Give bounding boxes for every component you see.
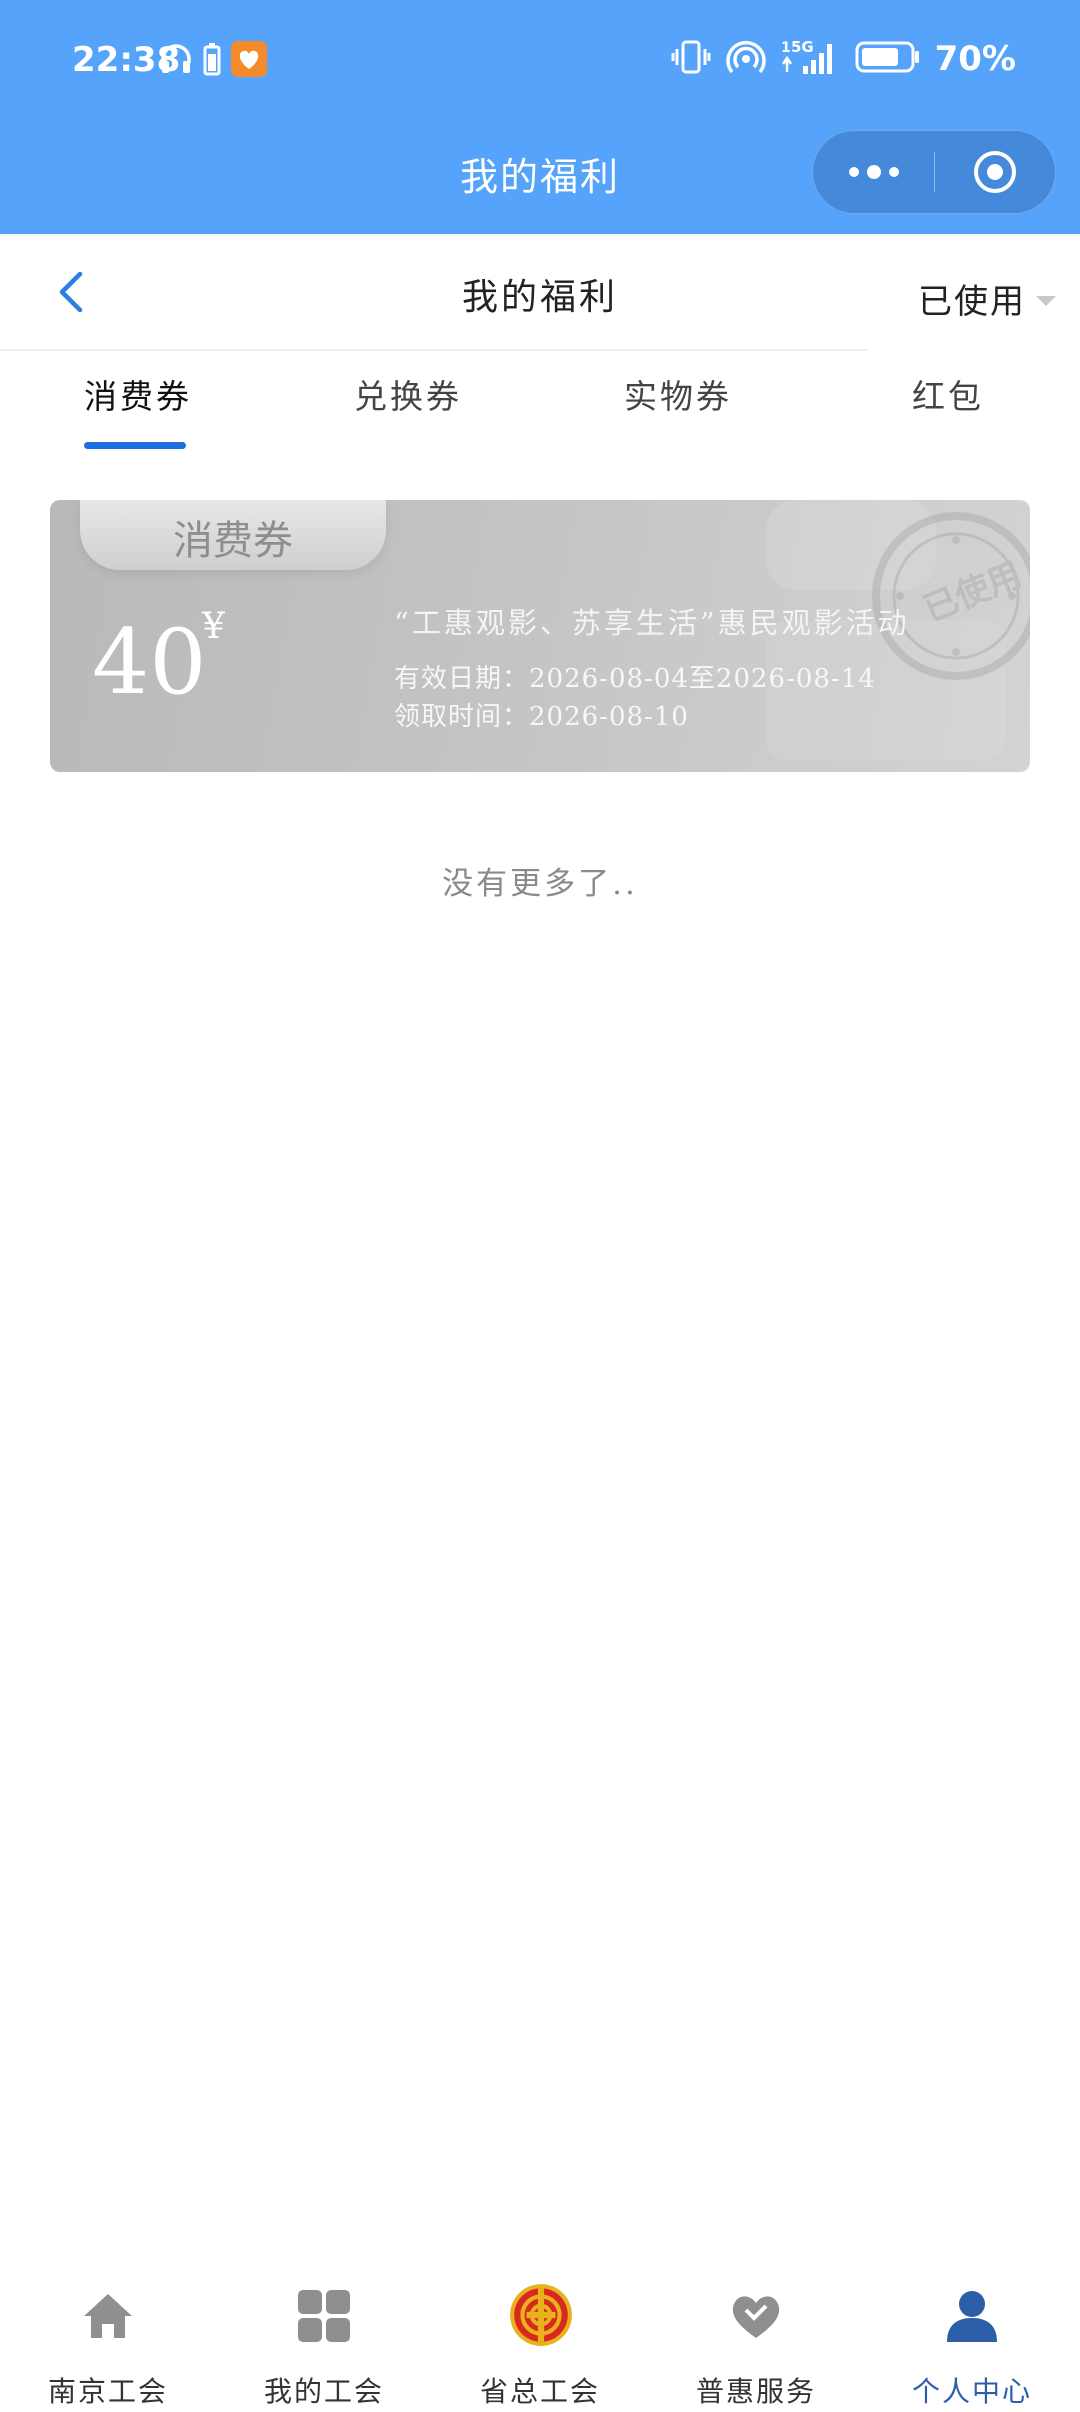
tab-consumption-coupon[interactable]: 消费券 — [84, 370, 192, 418]
list-end-text: 没有更多了.. — [442, 866, 638, 902]
grid-icon — [298, 2290, 350, 2342]
headphones-icon — [158, 41, 194, 81]
home-icon — [84, 2294, 132, 2338]
vibrate-icon — [671, 39, 711, 79]
coupon-type-tag: 消费券 — [80, 500, 386, 570]
svg-text:5G: 5G — [791, 38, 814, 56]
person-icon — [947, 2291, 997, 2342]
coupon-card[interactable]: 已使用 消费券 40 ¥ “工惠观影、苏享生活”惠民观影活动 有效日期：2026… — [50, 500, 1030, 772]
valid-date-value: 2026-08-04至2026-08-14 — [529, 664, 876, 694]
claimed-time-label: 领取时间： — [394, 702, 530, 732]
bottom-tab-my-union[interactable]: 我的工会 — [216, 2288, 432, 2408]
caret-down-icon — [1036, 295, 1056, 306]
bottom-tab-provincial-union[interactable]: 省总工会 — [432, 2284, 648, 2408]
coupon-title: “工惠观影、苏享生活”惠民观影活动 — [394, 606, 910, 640]
bottom-tab-label: 普惠服务 — [695, 2375, 816, 2408]
bottom-tab-label: 省总工会 — [479, 2375, 600, 2408]
battery-percent: 70% — [934, 39, 1016, 79]
bottom-tab-nanjing-union[interactable]: 南京工会 — [0, 2288, 216, 2408]
tab-red-packet[interactable]: 红包 — [912, 370, 984, 418]
coupon-claimed-time: 领取时间：2026-08-10 — [394, 696, 689, 733]
bottom-tab-bar: 南京工会 我的工会 省总工会 普惠服务 个人中心 — [0, 2272, 1080, 2412]
status-filter-label: 已使用 — [918, 282, 1026, 322]
claimed-time-value: 2026-08-10 — [529, 702, 689, 732]
tab-physical-coupon[interactable]: 实物券 — [624, 370, 732, 418]
status-filter-dropdown[interactable]: 已使用 — [918, 274, 1056, 323]
active-tab-indicator — [84, 442, 186, 449]
close-target-icon[interactable] — [935, 130, 1055, 214]
coupon-type-label: 消费券 — [173, 518, 293, 564]
hotspot-icon — [725, 39, 767, 79]
bottom-tab-personal-center[interactable]: 个人中心 — [864, 2288, 1080, 2408]
signal-icon: 1 5G — [781, 38, 841, 80]
battery-icon — [855, 39, 921, 79]
battery-saver-icon — [202, 41, 222, 81]
tab-exchange-coupon[interactable]: 兑换券 — [354, 370, 462, 418]
union-emblem-icon — [510, 2284, 572, 2346]
nav-divider — [0, 349, 868, 351]
coupon-valid-date: 有效日期：2026-08-04至2026-08-14 — [394, 658, 876, 695]
heart-icon — [732, 2296, 780, 2338]
bottom-tab-label: 南京工会 — [47, 2375, 168, 2408]
bottom-tab-benefit-service[interactable]: 普惠服务 — [648, 2288, 864, 2408]
svg-text:1: 1 — [781, 40, 791, 56]
app-notification-icon — [230, 40, 268, 82]
currency-symbol: ¥ — [202, 606, 225, 647]
coupon-type-tabs: 消费券 兑换券 实物券 红包 — [0, 370, 1080, 450]
status-bar: 22:38 1 5G 70% — [0, 0, 1080, 126]
more-icon[interactable] — [813, 130, 934, 214]
coupon-amount: 40 — [92, 610, 207, 715]
valid-date-label: 有效日期： — [394, 664, 530, 694]
mini-program-capsule — [812, 130, 1056, 214]
bottom-tab-label: 个人中心 — [911, 2375, 1032, 2408]
bottom-tab-label: 我的工会 — [263, 2375, 384, 2408]
